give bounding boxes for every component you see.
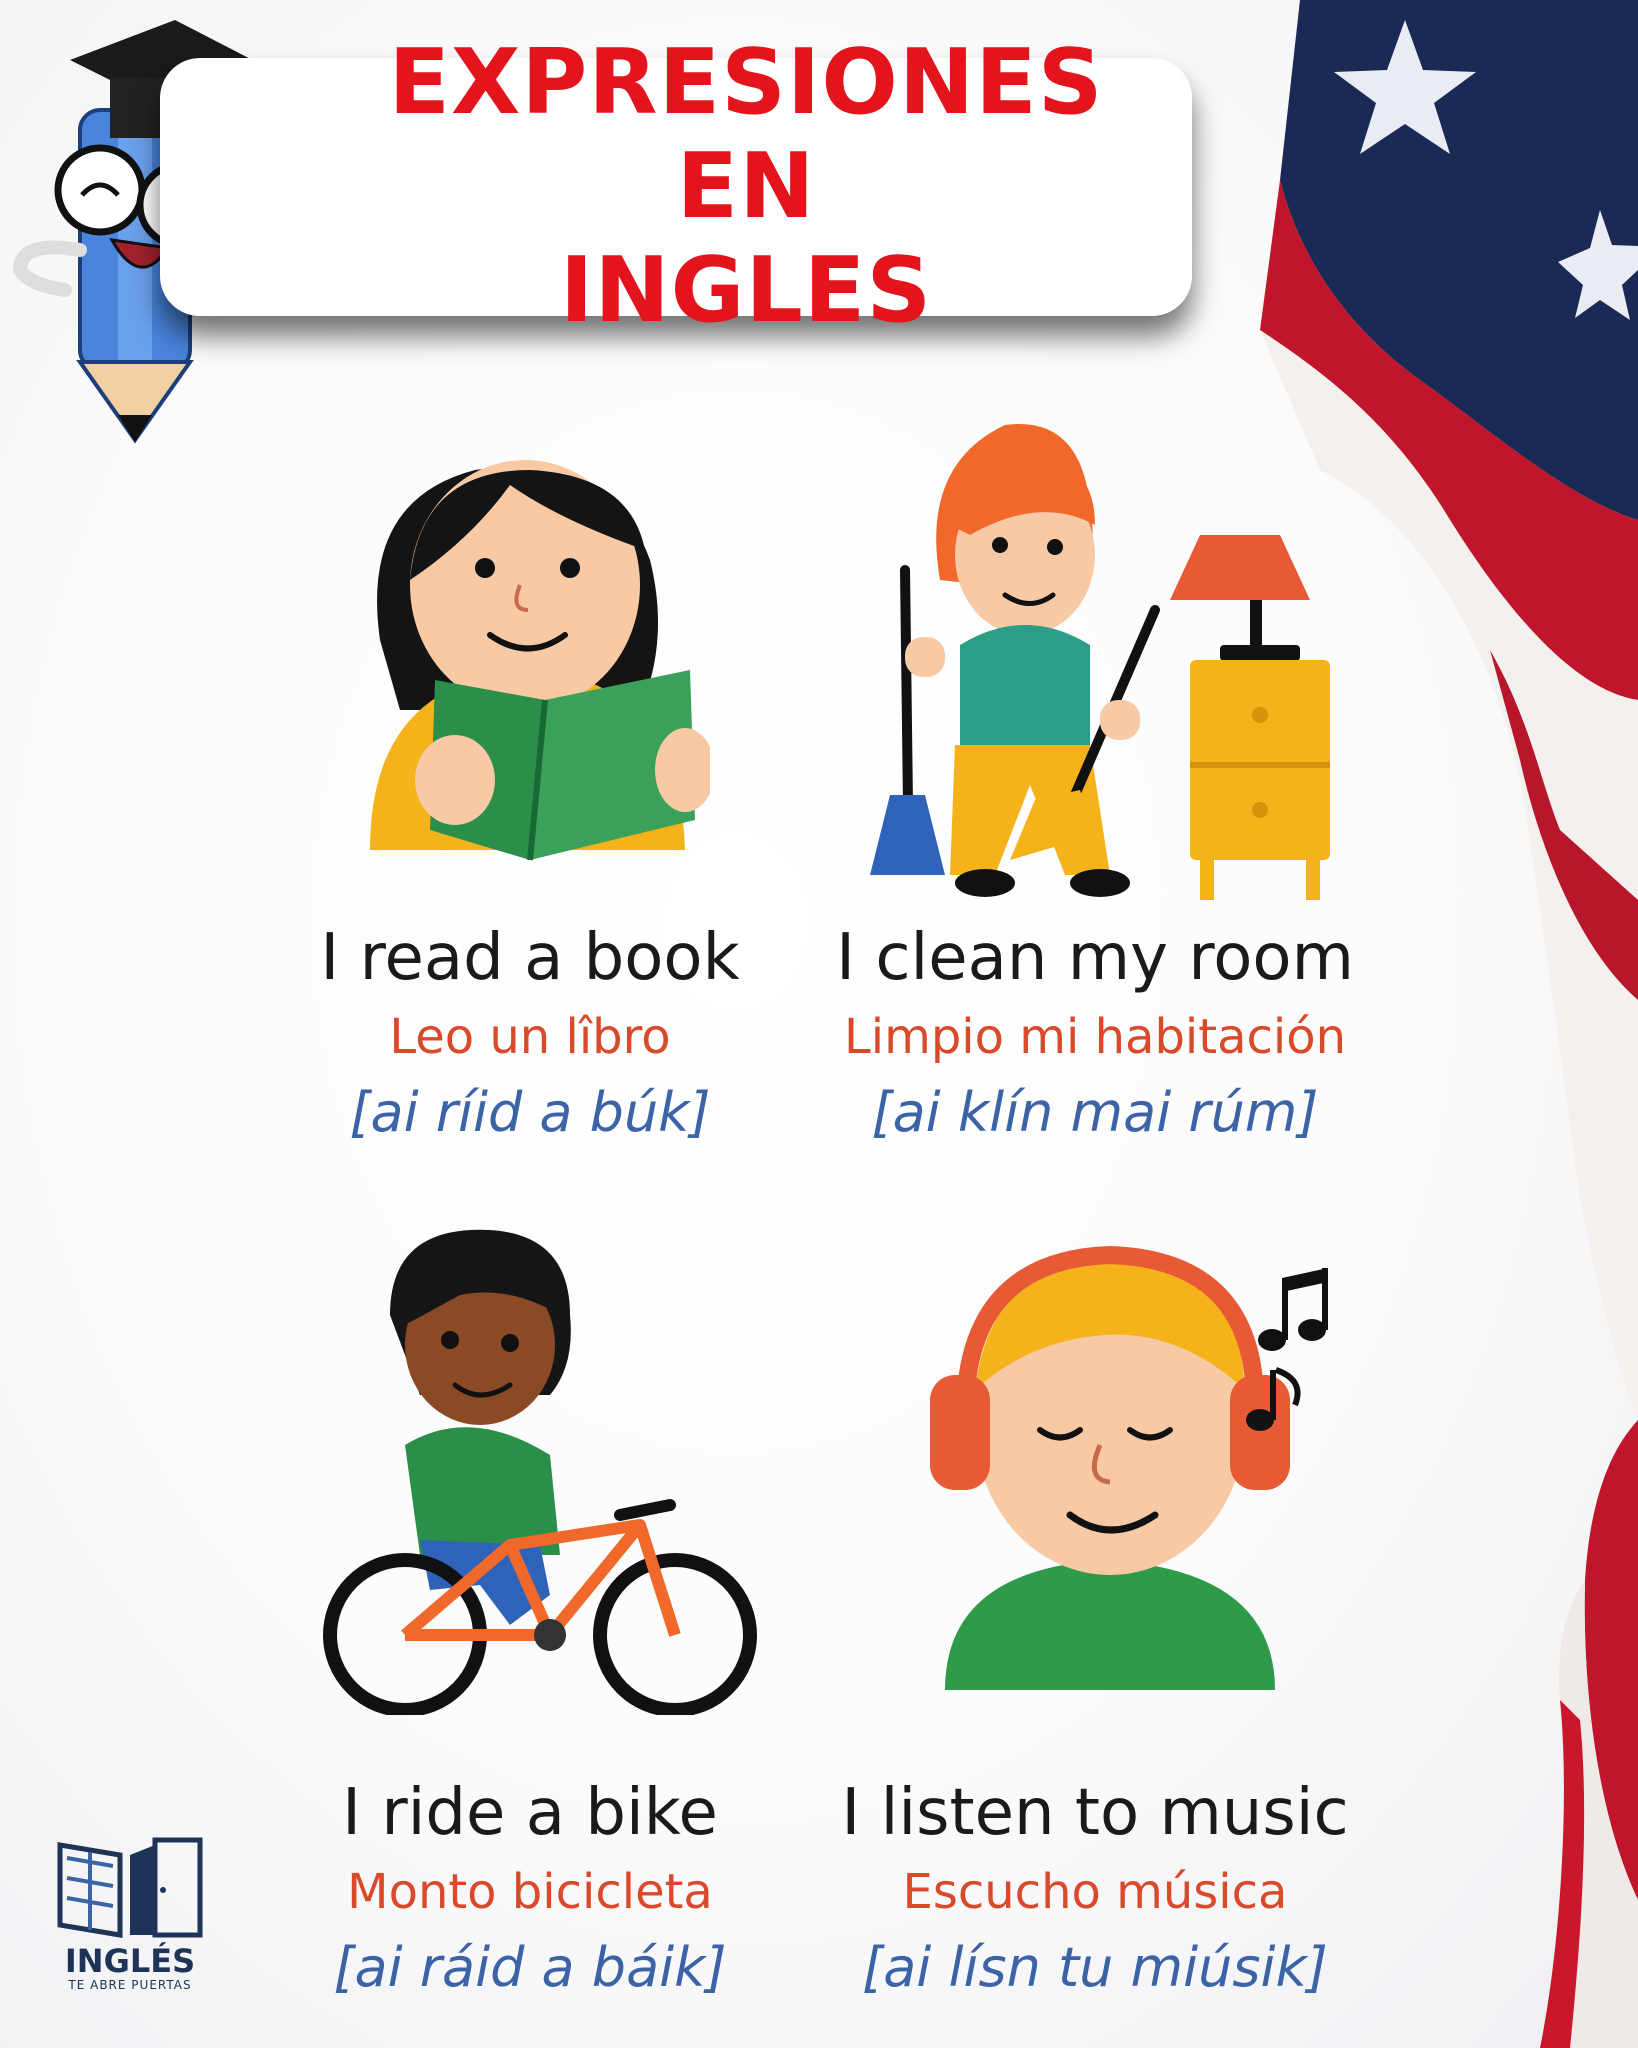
english-phrase: I ride a bike <box>342 1776 718 1850</box>
expression-card-listen-music: I listen to music Escucho música [ai lís… <box>800 1775 1390 2003</box>
english-phrase: I clean my room <box>836 921 1354 995</box>
book-door-icon <box>57 1837 203 1938</box>
english-phrase: I read a book <box>320 921 740 995</box>
pronunciation: [ai ríid a búk] <box>349 1081 711 1144</box>
girl-riding-bike-illustration <box>323 1229 757 1715</box>
title-banner: EXPRESIONES EN INGLES <box>160 31 1192 343</box>
spanish-translation: Limpio mi habitación <box>843 1009 1346 1065</box>
spanish-translation: Leo un lîbro <box>389 1009 671 1065</box>
boy-cleaning-room-illustration <box>870 424 1330 900</box>
title-line-2: INGLES <box>559 238 933 343</box>
title-line-1: EXPRESIONES EN <box>388 30 1104 239</box>
page-title: EXPRESIONES EN INGLES <box>366 31 1126 343</box>
logo-tagline: TE ABRE PUERTAS <box>68 1978 192 1992</box>
pronunciation: [ai lísn tu miúsik] <box>862 1936 1328 1999</box>
expression-card-clean-room: I clean my room Limpio mi habitación [ai… <box>800 920 1390 1148</box>
boy-listening-music-illustration <box>930 1245 1328 1690</box>
expression-card-ride-bike: I ride a bike Monto bicicleta [ai ráid a… <box>270 1775 790 2003</box>
spanish-translation: Monto bicicleta <box>347 1864 713 1920</box>
spanish-translation: Escucho música <box>902 1864 1288 1920</box>
logo-name: INGLÉS <box>64 1942 196 1980</box>
expression-card-read-book: I read a book Leo un lîbro [ai ríid a bú… <box>270 920 790 1148</box>
english-phrase: I listen to music <box>841 1776 1349 1850</box>
pronunciation: [ai klín mai rúm] <box>871 1081 1319 1144</box>
pronunciation: [ai ráid a báik] <box>333 1936 727 1999</box>
brand-logo: INGLÉS TE ABRE PUERTAS <box>50 1830 210 2010</box>
girl-reading-book-illustration <box>370 460 710 861</box>
